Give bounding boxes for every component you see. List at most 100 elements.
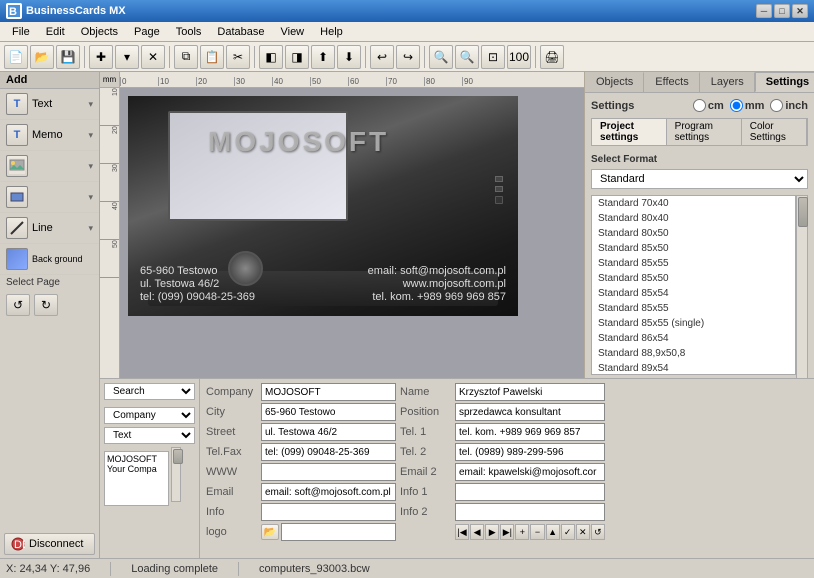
paste-button[interactable]: 📋 [200, 45, 224, 69]
tab-layers[interactable]: Layers [700, 72, 755, 92]
unit-mm[interactable]: mm [730, 99, 765, 112]
input-logo[interactable] [281, 523, 396, 541]
input-info1[interactable] [455, 483, 605, 501]
zoom-100-button[interactable]: 100 [507, 45, 531, 69]
input-www[interactable] [261, 463, 396, 481]
format-list-scrollbar[interactable] [796, 195, 808, 378]
add-dropdown-button[interactable]: ▾ [115, 45, 139, 69]
add-object-button[interactable]: ✚ [89, 45, 113, 69]
input-telfax[interactable] [261, 443, 396, 461]
memo-tool[interactable]: T Memo ▾ [0, 120, 99, 151]
menu-view[interactable]: View [272, 24, 312, 40]
cut-button[interactable]: ✂ [226, 45, 250, 69]
media-cancel-button[interactable]: ✕ [576, 524, 590, 540]
text-tool[interactable]: T Text ▾ [0, 89, 99, 120]
minimize-button[interactable]: ─ [756, 4, 772, 18]
media-remove-button[interactable]: − [530, 524, 544, 540]
shape-tool[interactable]: ▾ [0, 182, 99, 213]
subtab-project[interactable]: Project settings [592, 119, 667, 145]
media-play-button[interactable]: ▶ [485, 524, 499, 540]
text-area-scrollbar-thumb[interactable] [173, 449, 183, 464]
undo-button[interactable]: ↩ [370, 45, 394, 69]
next-page-button[interactable]: ↻ [34, 294, 58, 316]
zoom-fit-button[interactable]: ⊡ [481, 45, 505, 69]
media-ok-button[interactable]: ✓ [561, 524, 575, 540]
disconnect-button[interactable]: DB Disconnect [4, 533, 95, 555]
open-button[interactable]: 📂 [30, 45, 54, 69]
company-dropdown[interactable]: Company [104, 407, 195, 424]
input-email[interactable] [261, 483, 396, 501]
media-first-button[interactable]: |◀ [455, 524, 469, 540]
format-item-6[interactable]: Standard 85x54 [592, 286, 795, 301]
media-refresh-button[interactable]: ↺ [591, 524, 605, 540]
format-item-9[interactable]: Standard 86x54 [592, 331, 795, 346]
input-tel2[interactable] [455, 443, 605, 461]
menu-page[interactable]: Page [126, 24, 168, 40]
format-item-5[interactable]: Standard 85x50 [592, 271, 795, 286]
format-list[interactable]: Standard 70x40 Standard 80x40 Standard 8… [591, 195, 796, 375]
subtab-color[interactable]: Color Settings [742, 119, 807, 145]
tab-objects[interactable]: Objects [585, 72, 644, 92]
tab-settings[interactable]: Settings [755, 72, 814, 92]
format-item-0[interactable]: Standard 70x40 [592, 196, 795, 211]
input-tel1[interactable] [455, 423, 605, 441]
media-next-button[interactable]: ▶| [500, 524, 514, 540]
zoom-out-button[interactable]: 🔍 [455, 45, 479, 69]
menu-tools[interactable]: Tools [168, 24, 210, 40]
input-city[interactable] [261, 403, 396, 421]
align-left-button[interactable]: ◧ [259, 45, 283, 69]
format-item-3[interactable]: Standard 85x50 [592, 241, 795, 256]
save-button[interactable]: 💾 [56, 45, 80, 69]
align-right-button[interactable]: ◨ [285, 45, 309, 69]
align-bottom-button[interactable]: ⬇ [337, 45, 361, 69]
input-street[interactable] [261, 423, 396, 441]
menu-help[interactable]: Help [312, 24, 351, 40]
image-tool[interactable]: ▾ [0, 151, 99, 182]
line-tool[interactable]: Line ▾ [0, 213, 99, 244]
unit-inch-radio[interactable] [770, 99, 783, 112]
text-dropdown[interactable]: Text [104, 427, 195, 444]
card-container[interactable]: MOJOSOFT 65-960 Testowo ul. Testowa 46/2… [128, 96, 518, 316]
text-area[interactable]: MOJOSOFT Your Compa [104, 451, 169, 506]
media-add-button[interactable]: + [515, 524, 529, 540]
copy-button[interactable]: ⧉ [174, 45, 198, 69]
media-prev-button[interactable]: ◀ [470, 524, 484, 540]
subtab-program[interactable]: Program settings [667, 119, 742, 145]
format-item-1[interactable]: Standard 80x40 [592, 211, 795, 226]
input-info2[interactable] [455, 503, 605, 521]
format-item-2[interactable]: Standard 80x50 [592, 226, 795, 241]
print-button[interactable]: 🖨 [540, 45, 564, 69]
format-item-10[interactable]: Standard 88,9x50,8 [592, 346, 795, 361]
align-top-button[interactable]: ⬆ [311, 45, 335, 69]
prev-page-button[interactable]: ↺ [6, 294, 30, 316]
input-email2[interactable] [455, 463, 605, 481]
format-item-4[interactable]: Standard 85x55 [592, 256, 795, 271]
search-dropdown[interactable]: Search [104, 383, 195, 400]
format-dropdown[interactable]: Standard [591, 169, 808, 189]
canvas-area[interactable]: mm 0 10 20 30 40 50 60 70 80 90 [100, 72, 584, 378]
menu-file[interactable]: File [4, 24, 38, 40]
new-button[interactable]: 📄 [4, 45, 28, 69]
unit-mm-radio[interactable] [730, 99, 743, 112]
format-item-8[interactable]: Standard 85x55 (single) [592, 316, 795, 331]
scrollbar-thumb[interactable] [798, 197, 808, 227]
unit-cm-radio[interactable] [693, 99, 706, 112]
menu-objects[interactable]: Objects [73, 24, 126, 40]
input-name[interactable] [455, 383, 605, 401]
unit-cm[interactable]: cm [693, 99, 724, 112]
format-item-11[interactable]: Standard 89x54 [592, 361, 795, 375]
redo-button[interactable]: ↪ [396, 45, 420, 69]
background-tool[interactable]: Back ground [0, 244, 99, 275]
unit-inch[interactable]: inch [770, 99, 808, 112]
input-position[interactable] [455, 403, 605, 421]
logo-browse-button[interactable]: 📂 [261, 524, 279, 540]
tab-effects[interactable]: Effects [644, 72, 699, 92]
menu-edit[interactable]: Edit [38, 24, 73, 40]
format-item-7[interactable]: Standard 85x55 [592, 301, 795, 316]
input-company[interactable] [261, 383, 396, 401]
delete-button[interactable]: ✕ [141, 45, 165, 69]
media-up-button[interactable]: ▲ [546, 524, 560, 540]
text-area-scrollbar[interactable] [171, 447, 181, 502]
zoom-in-button[interactable]: 🔍 [429, 45, 453, 69]
maximize-button[interactable]: □ [774, 4, 790, 18]
